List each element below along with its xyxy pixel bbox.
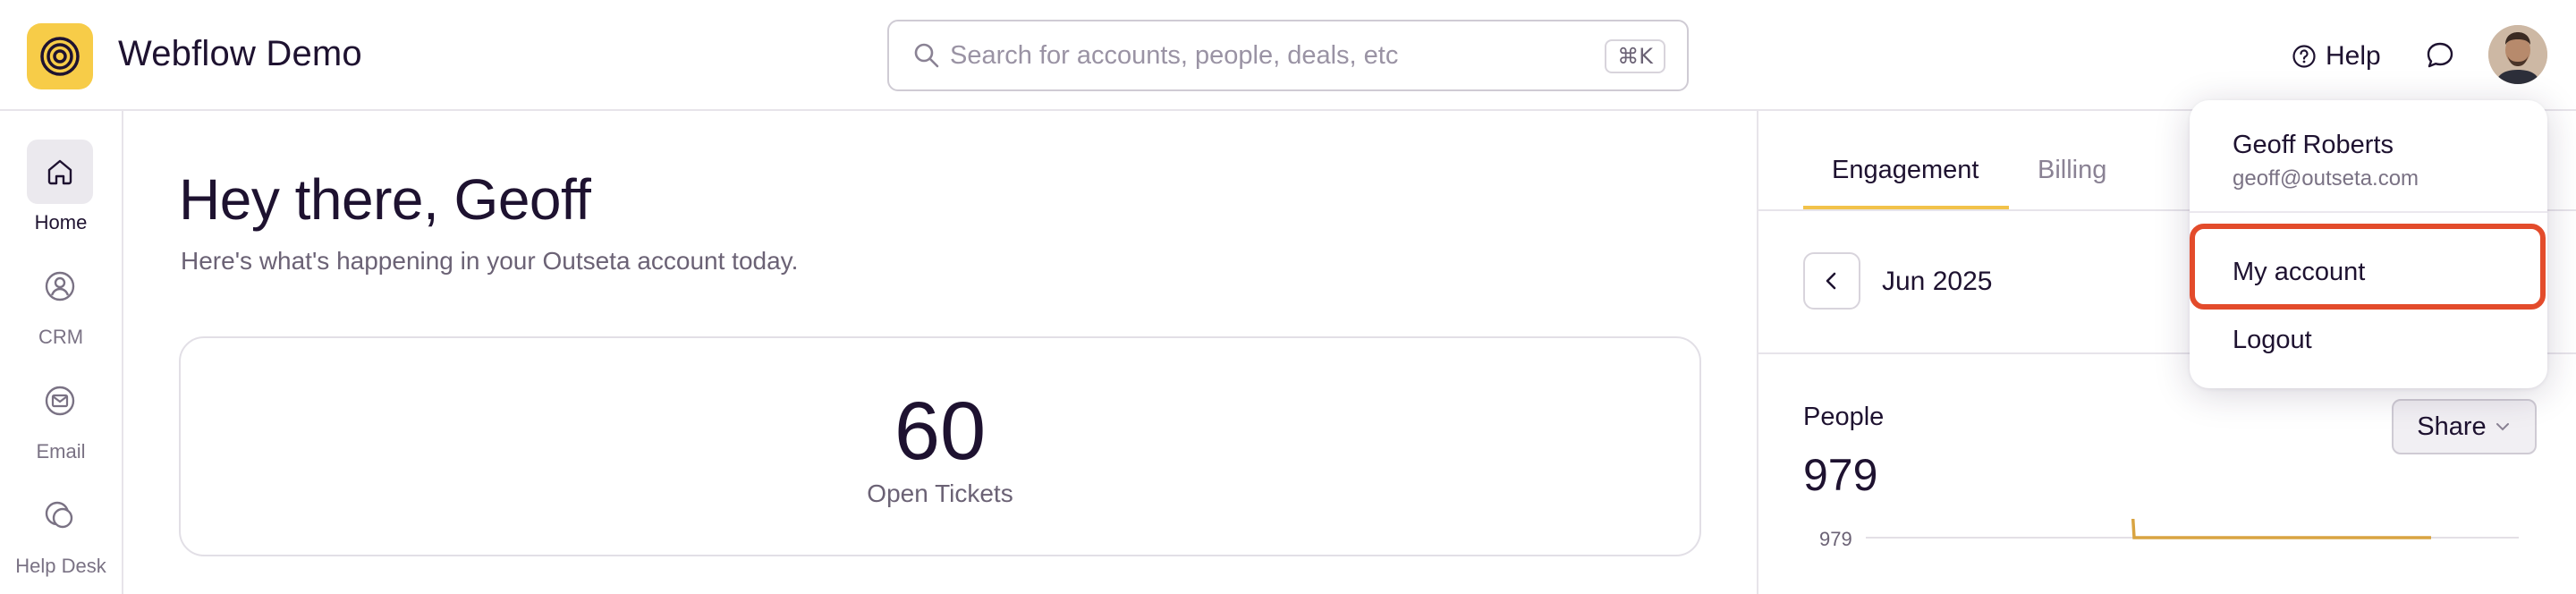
top-bar: Webflow Demo ⌘K Help	[0, 0, 2576, 111]
search-icon	[914, 43, 939, 68]
people-chart: 979	[1819, 519, 2519, 550]
sidebar-item-help-desk[interactable]: Help Desk	[0, 483, 122, 594]
sidebar-help-desk-icon-wrap	[27, 483, 93, 547]
share-label: Share	[2417, 412, 2487, 441]
search-bar[interactable]: ⌘K	[887, 20, 1689, 91]
sidebar-item-label: CRM	[38, 326, 84, 348]
user-avatar[interactable]	[2488, 25, 2547, 84]
help-button[interactable]: Help	[2292, 36, 2381, 77]
search-shortcut-badge: ⌘K	[1605, 39, 1665, 73]
sidebar-item-home[interactable]: Home	[0, 140, 122, 256]
share-button[interactable]: Share	[2392, 399, 2537, 454]
user-photo-icon	[2488, 25, 2547, 84]
chevron-down-icon	[2496, 423, 2509, 431]
user-menu-divider	[2190, 211, 2547, 213]
sidebar: Home CRM Email Help Desk	[0, 111, 123, 594]
sidebar-item-email[interactable]: Email	[0, 369, 122, 485]
sidebar-crm-icon-wrap	[27, 254, 93, 318]
app-title: Webflow Demo	[118, 34, 362, 73]
current-month-label: Jun 2025	[1882, 267, 1993, 296]
sidebar-item-label: Home	[34, 211, 88, 233]
email-icon	[45, 386, 75, 416]
tab-engagement[interactable]: Engagement	[1832, 156, 1979, 185]
people-series-line	[2131, 519, 2431, 539]
my-account-menu-item[interactable]: My account	[2233, 258, 2365, 287]
people-stat-title: People	[1803, 403, 1885, 431]
open-tickets-label: Open Tickets	[867, 479, 1013, 507]
logout-menu-item[interactable]: Logout	[2233, 326, 2312, 355]
sidebar-home-icon-wrap	[27, 140, 93, 204]
open-tickets-card[interactable]: 60 Open Tickets	[179, 336, 1701, 556]
chevron-left-icon	[1826, 272, 1836, 290]
search-input[interactable]	[950, 38, 1576, 73]
help-label: Help	[2326, 41, 2381, 71]
chart-y-tick-label: 979	[1819, 528, 1852, 550]
sidebar-email-icon-wrap	[27, 369, 93, 433]
home-icon	[47, 159, 72, 185]
spiral-logo-icon	[40, 37, 80, 76]
page-title: Hey there, Geoff	[179, 167, 591, 232]
page-subtitle: Here's what's happening in your Outseta …	[181, 247, 799, 275]
tab-billing[interactable]: Billing	[2038, 156, 2106, 185]
sidebar-item-label: Email	[36, 440, 86, 462]
people-stat-value: 979	[1803, 450, 1878, 500]
open-tickets-count: 60	[894, 386, 987, 477]
sidebar-item-crm[interactable]: CRM	[0, 254, 122, 370]
help-desk-icon	[45, 501, 73, 529]
app-logo[interactable]	[27, 23, 93, 89]
previous-month-button[interactable]	[1803, 252, 1860, 310]
help-circle-icon	[2292, 45, 2316, 68]
user-menu-dropdown: Geoff Roberts geoff@outseta.com My accou…	[2190, 100, 2547, 388]
user-menu-name: Geoff Roberts	[2233, 131, 2394, 159]
user-menu-email: geoff@outseta.com	[2233, 166, 2419, 191]
chat-button[interactable]	[2424, 39, 2456, 72]
crm-icon	[45, 271, 75, 301]
chat-bubble-icon	[2427, 42, 2453, 68]
sidebar-item-label: Help Desk	[15, 555, 106, 577]
active-tab-indicator	[1803, 206, 2009, 209]
